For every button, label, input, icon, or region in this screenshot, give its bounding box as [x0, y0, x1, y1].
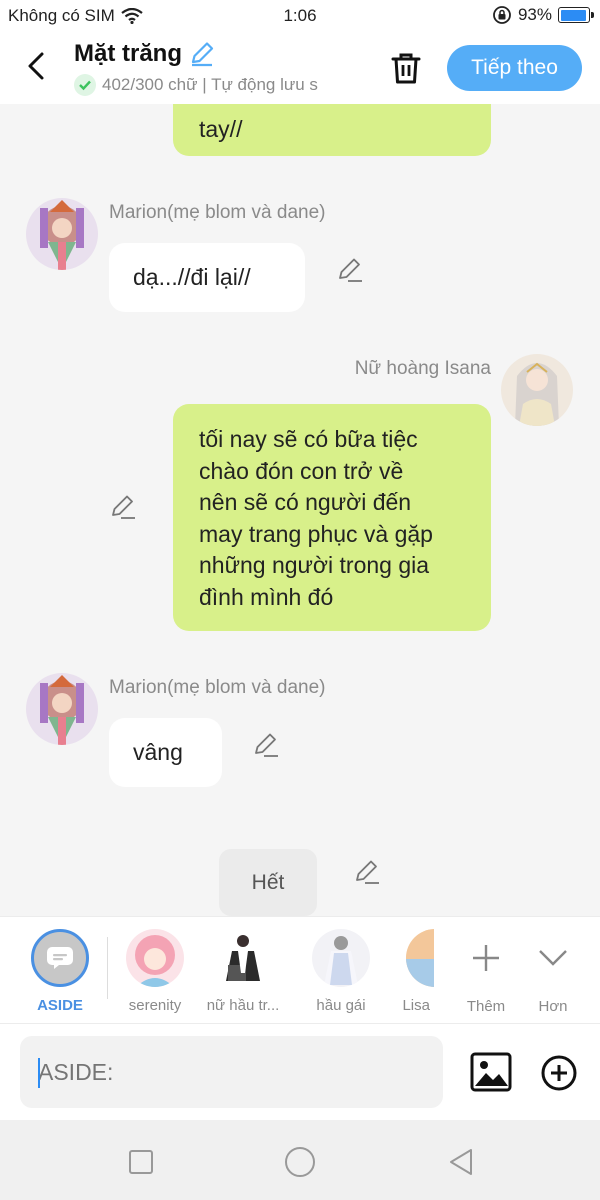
character-maid[interactable]: hầu gái: [296, 929, 386, 1014]
chevron-left-icon: [28, 52, 44, 80]
character-selector: ASIDE serenity nữ hầu tr... hầu gái Lisa…: [0, 916, 600, 1024]
character-avatar: [126, 929, 184, 987]
end-marker[interactable]: Hết: [219, 849, 317, 916]
character-serenity[interactable]: serenity: [110, 929, 200, 1014]
message-line: tối nay sẽ có bữa tiệc: [199, 426, 418, 452]
editor-header: Mặt trăng 402/300 chữ | Tự động lưu s Ti…: [0, 32, 600, 104]
story-title-block: Mặt trăng 402/300 chữ | Tự động lưu s: [74, 40, 364, 96]
circle-icon: [285, 1147, 315, 1177]
edit-message-icon[interactable]: [253, 731, 281, 759]
battery-icon: [558, 7, 594, 23]
delete-button[interactable]: [386, 48, 426, 88]
chevron-down-icon: [539, 950, 567, 966]
character-label: serenity: [128, 997, 182, 1014]
save-status: 402/300 chữ | Tự động lưu s: [74, 74, 364, 96]
check-icon: [74, 74, 96, 96]
character-head-maid[interactable]: nữ hầu tr...: [198, 929, 288, 1014]
character-avatar: [214, 929, 272, 987]
story-title: Mặt trăng: [74, 40, 182, 67]
sender-name: Marion(mẹ blom và dane): [109, 677, 326, 698]
message-text: tay//: [199, 116, 243, 142]
next-button[interactable]: Tiếp theo: [447, 45, 582, 91]
sender-name: Nữ hoàng Isana: [354, 358, 491, 379]
avatar[interactable]: [26, 673, 98, 745]
message-bubble[interactable]: vâng: [109, 718, 222, 787]
message-text: dạ...//đi lại//: [133, 264, 251, 290]
edit-message-icon[interactable]: [354, 858, 382, 886]
edit-message-icon[interactable]: [110, 493, 138, 521]
back-nav-button[interactable]: [441, 1142, 481, 1182]
home-button[interactable]: [280, 1142, 320, 1182]
message-line: đình mình đó: [199, 583, 334, 610]
more-label: Hơn: [538, 998, 568, 1015]
character-label: Lisa: [402, 997, 430, 1014]
pencil-icon[interactable]: [188, 40, 216, 68]
back-button[interactable]: [18, 48, 54, 84]
plus-icon: [473, 945, 499, 971]
composer: [0, 1024, 600, 1120]
avatar[interactable]: [501, 354, 573, 426]
edit-message-icon[interactable]: [337, 256, 365, 284]
aside-avatar: [31, 929, 89, 987]
message-line: những người trong gia: [199, 552, 430, 578]
character-lisa[interactable]: Lisa: [384, 929, 434, 1014]
message-bubble[interactable]: tay//: [173, 104, 491, 156]
sender-name: Marion(mẹ blom và dane): [109, 202, 326, 223]
status-bar: Không có SIM 1:06 93%: [0, 0, 600, 32]
character-label: ASIDE: [37, 997, 83, 1014]
avatar[interactable]: [26, 198, 98, 270]
message-bubble[interactable]: dạ...//đi lại//: [109, 243, 305, 312]
character-avatar: [312, 929, 370, 987]
message-line: nên sẽ có người đến: [199, 489, 412, 515]
message-line: chào đón con trở về: [199, 457, 404, 484]
divider: [107, 937, 108, 999]
recent-apps-button[interactable]: [121, 1142, 161, 1182]
character-avatar: [406, 929, 434, 987]
more-characters-button[interactable]: Hơn: [508, 929, 598, 1015]
battery-fill: [560, 9, 586, 21]
battery-percent: 93%: [517, 5, 552, 24]
chat-area[interactable]: tay// Marion(mẹ blom và dane) dạ...//đi …: [0, 104, 600, 916]
character-aside[interactable]: ASIDE: [15, 929, 105, 1014]
square-icon: [129, 1150, 153, 1174]
message-line: may trang phục và gặp: [199, 520, 433, 547]
end-marker-text: Hết: [251, 871, 285, 894]
rotation-lock-icon: [493, 6, 511, 24]
plus-circle-icon[interactable]: [540, 1054, 578, 1092]
speech-bubble-icon: [47, 947, 73, 969]
message-bubble[interactable]: tối nay sẽ có bữa tiệc chào đón con trở …: [173, 404, 491, 631]
word-count-status: 402/300 chữ | Tự động lưu s: [102, 75, 318, 94]
system-nav-bar: [0, 1120, 600, 1200]
trash-icon: [391, 53, 421, 84]
image-icon[interactable]: [470, 1052, 512, 1092]
character-label: nữ hầu tr...: [206, 997, 280, 1014]
triangle-back-icon: [450, 1149, 472, 1175]
message-input[interactable]: [20, 1036, 443, 1108]
story-title-row[interactable]: Mặt trăng: [74, 40, 364, 68]
text-caret: [38, 1058, 40, 1088]
message-text: vâng: [133, 739, 183, 765]
character-label: hầu gái: [316, 997, 366, 1014]
